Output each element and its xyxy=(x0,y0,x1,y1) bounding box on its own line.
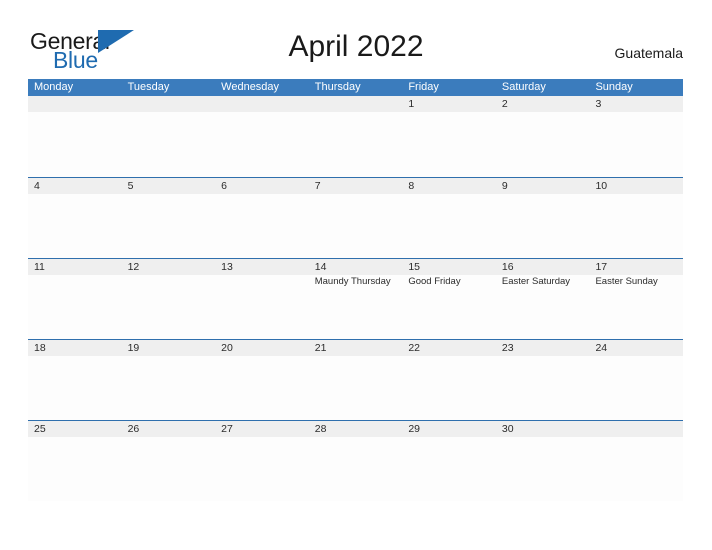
day-cell[interactable]: 14 Maundy Thursday xyxy=(309,259,403,339)
day-number: 2 xyxy=(501,98,508,110)
page-title: April 2022 xyxy=(288,30,424,63)
day-number: 20 xyxy=(221,342,233,354)
day-event: Maundy Thursday xyxy=(314,276,391,287)
day-cell[interactable]: 22 xyxy=(402,340,496,420)
weekday-monday: Monday xyxy=(34,81,74,93)
weekday-tuesday: Tuesday xyxy=(127,81,170,93)
day-number: 8 xyxy=(408,180,415,192)
day-cell[interactable]: 5 xyxy=(122,178,216,258)
day-cell[interactable]: 15 Good Friday xyxy=(402,259,496,339)
day-number: 15 xyxy=(408,261,420,273)
day-number: 7 xyxy=(314,180,321,192)
day-cell[interactable]: 2 xyxy=(496,96,590,177)
day-cell[interactable]: 28 xyxy=(309,421,403,501)
weekday-wednesday: Wednesday xyxy=(221,81,280,93)
day-cell[interactable]: 27 xyxy=(215,421,309,501)
day-number: 11 xyxy=(34,261,45,273)
week-row: 25 26 27 28 29 30 xyxy=(28,420,683,501)
week-row: 11 12 13 14 Maundy Thursday 15 Good Frid… xyxy=(28,258,683,339)
day-cell[interactable] xyxy=(122,96,216,177)
calendar-grid: Monday Tuesday Wednesday Thursday Friday… xyxy=(28,79,683,501)
day-cell[interactable]: 30 xyxy=(496,421,590,501)
day-event: Easter Sunday xyxy=(595,276,658,287)
day-cell[interactable]: 19 xyxy=(122,340,216,420)
day-cell[interactable]: 12 xyxy=(122,259,216,339)
day-cell[interactable] xyxy=(215,96,309,177)
day-cell[interactable]: 1 xyxy=(402,96,496,177)
day-number: 30 xyxy=(501,423,514,435)
day-cell[interactable]: 4 xyxy=(28,178,122,258)
day-number: 17 xyxy=(595,261,608,273)
day-cell[interactable]: 7 xyxy=(309,178,403,258)
day-cell[interactable]: 29 xyxy=(402,421,496,501)
day-number: 6 xyxy=(221,180,227,192)
day-cell[interactable]: 23 xyxy=(496,340,590,420)
day-number: 13 xyxy=(221,261,233,273)
day-number: 24 xyxy=(595,342,608,354)
day-cell[interactable]: 11 xyxy=(28,259,122,339)
week-row: 1 2 3 xyxy=(28,96,683,177)
day-number: 22 xyxy=(408,342,420,354)
day-cell[interactable]: 18 xyxy=(28,340,122,420)
day-number: 23 xyxy=(501,342,514,354)
day-cell[interactable]: 9 xyxy=(496,178,590,258)
page-header: General Blue April 2022 Guatemala xyxy=(0,0,712,76)
day-number: 19 xyxy=(127,342,140,354)
weekday-friday: Friday xyxy=(408,81,439,93)
day-number: 5 xyxy=(127,180,134,192)
day-number: 9 xyxy=(501,180,508,192)
day-cell[interactable] xyxy=(309,96,403,177)
week-row: 4 5 6 7 8 9 10 xyxy=(28,177,683,258)
day-event: Good Friday xyxy=(408,276,461,287)
day-number: 28 xyxy=(314,423,327,435)
day-number: 3 xyxy=(595,98,602,110)
day-cell[interactable]: 20 xyxy=(215,340,309,420)
day-number: 12 xyxy=(127,261,140,273)
country-label: Guatemala xyxy=(614,45,683,61)
day-cell[interactable]: 10 xyxy=(589,178,683,258)
day-number: 21 xyxy=(314,342,327,354)
day-number: 27 xyxy=(221,423,233,435)
day-cell[interactable]: 3 xyxy=(589,96,683,177)
day-cell[interactable]: 24 xyxy=(589,340,683,420)
day-number: 4 xyxy=(34,180,40,192)
day-event: Easter Saturday xyxy=(501,276,571,287)
day-number: 16 xyxy=(501,261,514,273)
week-row: 18 19 20 21 22 23 24 xyxy=(28,339,683,420)
day-cell[interactable]: 13 xyxy=(215,259,309,339)
day-cell[interactable] xyxy=(589,421,683,501)
day-cell[interactable]: 8 xyxy=(402,178,496,258)
day-cell[interactable]: 6 xyxy=(215,178,309,258)
day-number: 10 xyxy=(595,180,608,192)
weekday-sunday: Sunday xyxy=(595,81,633,93)
day-number: 29 xyxy=(408,423,420,435)
day-cell[interactable]: 16 Easter Saturday xyxy=(496,259,590,339)
weekday-saturday: Saturday xyxy=(501,81,546,93)
day-number: 26 xyxy=(127,423,140,435)
weekday-header-row: Monday Tuesday Wednesday Thursday Friday… xyxy=(28,79,683,96)
day-cell[interactable]: 25 xyxy=(28,421,122,501)
day-cell[interactable]: 26 xyxy=(122,421,216,501)
day-number: 1 xyxy=(408,98,415,110)
day-number: 14 xyxy=(314,261,327,273)
day-cell[interactable]: 17 Easter Sunday xyxy=(589,259,683,339)
day-number: 25 xyxy=(34,423,46,435)
day-cell[interactable] xyxy=(28,96,122,177)
day-number: 18 xyxy=(34,342,46,354)
weekday-thursday: Thursday xyxy=(314,81,361,93)
day-cell[interactable]: 21 xyxy=(309,340,403,420)
